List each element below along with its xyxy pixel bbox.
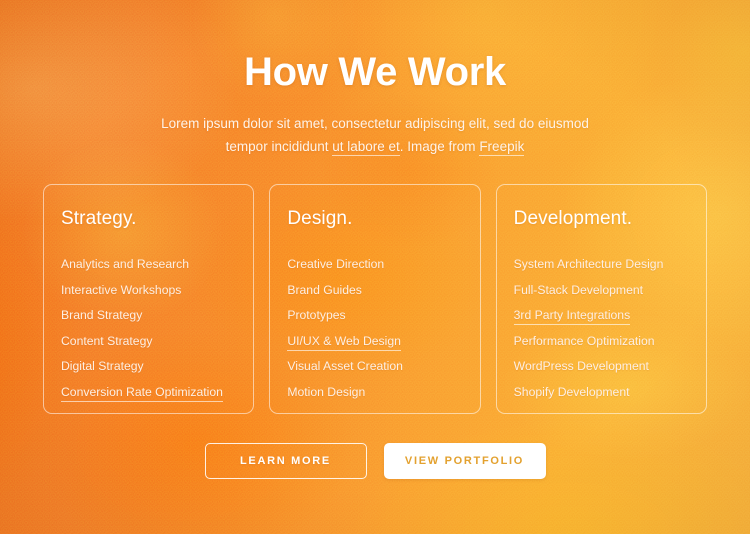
list-item[interactable]: Content Strategy [61,329,253,355]
list-item[interactable]: UI/UX & Web Design [287,329,479,355]
service-link[interactable]: Analytics and Research [61,257,189,271]
view-portfolio-button[interactable]: VIEW PORTFOLIO [383,443,546,479]
list-item[interactable]: Brand Guides [287,278,479,304]
service-link[interactable]: Creative Direction [287,257,384,271]
list-item[interactable]: Motion Design [287,380,479,406]
card-title-design: Design. [287,208,353,229]
list-item[interactable]: System Architecture Design [514,252,706,278]
service-link[interactable]: Visual Asset Creation [287,359,403,373]
list-item[interactable]: Visual Asset Creation [287,354,479,380]
list-item[interactable]: Interactive Workshops [61,278,253,304]
service-cards: Strategy. Analytics and Research Interac… [43,184,707,414]
list-item[interactable]: Digital Strategy [61,354,253,380]
service-link-active[interactable]: UI/UX & Web Design [287,333,401,351]
card-title-development: Development. [513,208,633,229]
service-link[interactable]: WordPress Development [514,359,649,373]
list-item[interactable]: Shopify Development [514,380,706,406]
service-link-active[interactable]: 3rd Party Integrations [513,308,631,326]
card-list-design: Creative Direction Brand Guides Prototyp… [287,252,479,406]
hero-subtitle-line1: Lorem ipsum dolor sit amet, consectetur … [161,116,589,131]
list-item[interactable]: 3rd Party Integrations [513,303,706,329]
service-card-design: Design. Creative Direction Brand Guides … [269,184,481,414]
list-item[interactable]: WordPress Development [514,354,706,380]
card-list-development: System Architecture Design Full-Stack De… [513,252,706,406]
service-link[interactable]: Shopify Development [514,385,630,399]
hero-link-ut-labore-et[interactable]: ut labore et [332,139,400,156]
service-card-development: Development. System Architecture Design … [495,184,707,414]
service-link[interactable]: Prototypes [287,308,345,322]
hero-subtitle-line2-middle: . Image from [399,139,480,154]
hero-link-freepik[interactable]: Freepik [479,139,525,156]
service-link[interactable]: Motion Design [287,385,365,399]
service-link[interactable]: Brand Guides [287,283,362,297]
service-link[interactable]: Performance Optimization [514,334,655,348]
list-item[interactable]: Conversion Rate Optimization [61,380,253,406]
how-we-work-section: How We Work Lorem ipsum dolor sit amet, … [0,0,750,534]
list-item[interactable]: Full-Stack Development [514,278,706,304]
learn-more-button[interactable]: LEARN MORE [204,443,367,479]
card-list-strategy: Analytics and Research Interactive Works… [61,252,253,406]
card-title-strategy: Strategy. [61,208,137,229]
service-link[interactable]: Digital Strategy [61,359,144,373]
list-item[interactable]: Brand Strategy [61,303,253,329]
list-item[interactable]: Prototypes [287,303,479,329]
page-title: How We Work [244,50,506,94]
service-link[interactable]: System Architecture Design [514,257,664,271]
hero-subtitle: Lorem ipsum dolor sit amet, consectetur … [0,112,750,158]
service-card-strategy: Strategy. Analytics and Research Interac… [43,184,255,414]
hero-subtitle-line2-prefix: tempor incididunt [225,139,333,154]
service-link-active[interactable]: Conversion Rate Optimization [61,384,223,402]
cta-button-group: LEARN MORE VIEW PORTFOLIO [0,443,750,479]
list-item[interactable]: Creative Direction [287,252,479,278]
service-link[interactable]: Interactive Workshops [61,283,181,297]
list-item[interactable]: Performance Optimization [514,329,706,355]
service-link[interactable]: Content Strategy [61,334,152,348]
service-link[interactable]: Full-Stack Development [514,283,643,297]
list-item[interactable]: Analytics and Research [61,252,253,278]
service-link[interactable]: Brand Strategy [61,308,142,322]
